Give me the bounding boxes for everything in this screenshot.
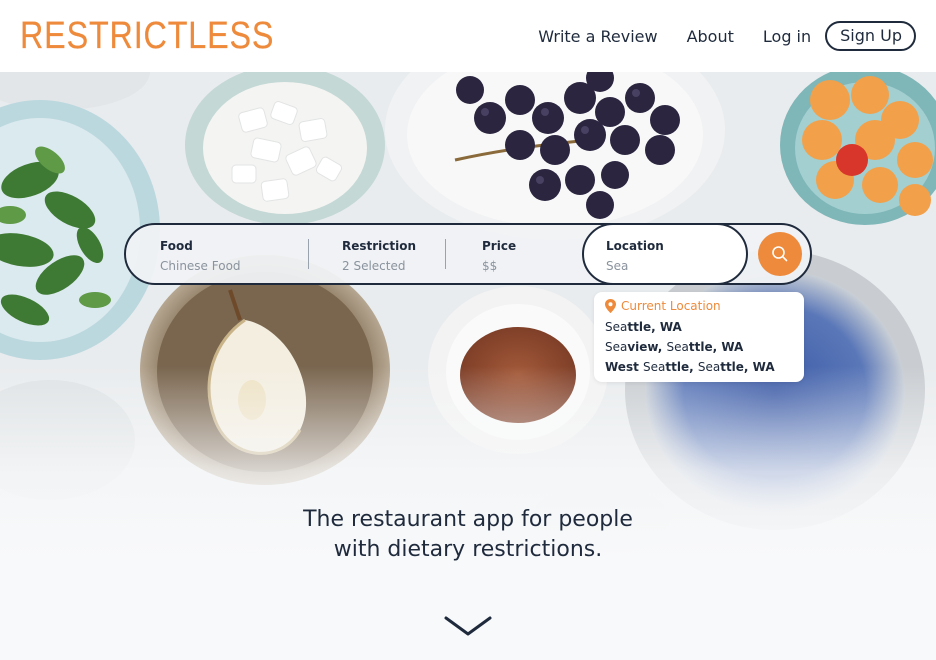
divider [445,239,446,269]
suggestion-item[interactable]: Seattle, WA [605,320,682,334]
food-label: Food [160,239,193,253]
suggestion-match: Sea [605,320,628,334]
food-value: Chinese Food [160,259,241,273]
suggestion-rest: West [605,360,644,374]
search-button[interactable] [758,232,802,276]
suggestion-match: Sea [697,360,721,374]
suggestion-item[interactable]: West Seattle, Seattle, WA [605,360,775,374]
nav-write-review[interactable]: Write a Review [538,27,657,46]
restriction-value: 2 Selected [342,259,406,273]
nav-about[interactable]: About [687,27,734,46]
location-input[interactable]: Sea [606,259,628,273]
location-pin-icon [605,299,616,313]
food-field[interactable]: Food Chinese Food [160,225,300,283]
search-icon [772,246,788,262]
suggestion-match: Sea [666,340,689,354]
tagline-line-1: The restaurant app for people [303,507,633,532]
top-nav: Write a Review About Log in Sign Up [538,21,916,51]
tagline-line-2: with dietary restrictions. [333,537,603,562]
location-field[interactable]: Location Sea [582,223,748,285]
restriction-field[interactable]: Restriction 2 Selected [342,225,452,283]
suggestion-rest: view, [627,340,667,354]
suggestion-rest: ttle, WA [688,340,744,354]
suggestion-item[interactable]: Seaview, Seattle, WA [605,340,743,354]
current-location-label: Current Location [621,299,721,313]
suggestion-match: Sea [643,360,666,374]
nav-login[interactable]: Log in [763,27,811,46]
price-label: Price [482,239,517,253]
restriction-label: Restriction [342,239,417,253]
suggestion-rest: ttle, WA [627,320,682,334]
suggestion-match: Sea [605,340,628,354]
location-label: Location [606,239,664,253]
site-header: RESTRICTLESS Write a Review About Log in… [0,0,936,72]
suggestion-rest: ttle, WA [720,360,775,374]
signup-button[interactable]: Sign Up [825,21,916,51]
chevron-down-icon[interactable] [444,614,492,638]
suggestion-rest: ttle, [665,360,698,374]
search-bar: Food Chinese Food Restriction 2 Selected… [124,223,812,285]
divider [308,239,309,269]
brand-logo[interactable]: RESTRICTLESS [20,14,274,58]
location-suggestions: Current Location Seattle, WA Seaview, Se… [594,292,804,382]
price-value: $$ [482,259,498,273]
current-location-option[interactable]: Current Location [605,299,721,313]
price-field[interactable]: Price $$ [482,225,572,283]
